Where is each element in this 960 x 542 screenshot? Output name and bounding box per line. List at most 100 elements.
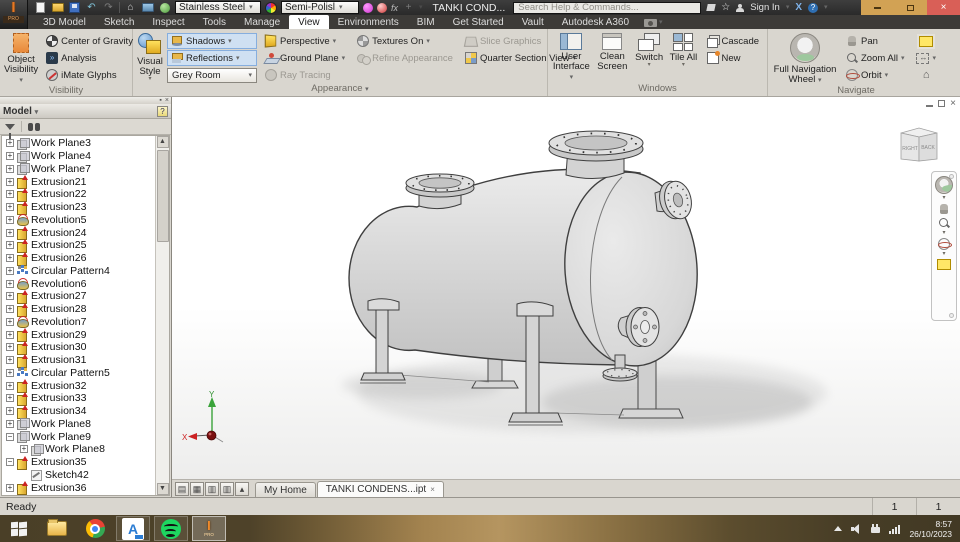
tree-expand-toggle[interactable] [6, 280, 14, 288]
sign-in-caret[interactable]: ▾ [786, 4, 790, 11]
browser-title[interactable]: Model ▾ [3, 106, 157, 117]
nav-wheel-icon[interactable] [935, 176, 953, 194]
tree-expand-toggle[interactable] [6, 356, 14, 364]
tree-scrollbar[interactable]: ▲ ▼ [155, 136, 169, 495]
doc-restore-icon[interactable] [938, 100, 945, 107]
browser-pin-icon[interactable]: ▪ [159, 98, 161, 104]
tree-item[interactable]: Circular Pattern5 [2, 367, 155, 380]
user-interface-button[interactable]: User Interface ▾ [552, 32, 591, 82]
tree-item[interactable]: Extrusion23 [2, 201, 155, 214]
taskbar-inventor[interactable]: IPRO [192, 516, 226, 541]
tree-expand-toggle[interactable] [6, 190, 14, 198]
network-signal-icon[interactable] [889, 524, 900, 534]
tree-item[interactable]: Extrusion30 [2, 341, 155, 354]
camera-caret[interactable]: ▾ [659, 19, 663, 26]
zoom-all-button[interactable]: Zoom All▾ [842, 50, 908, 66]
open-button[interactable] [51, 2, 64, 14]
orbit-button[interactable]: Orbit▾ [842, 67, 908, 83]
ribbon-tab[interactable]: Vault [513, 15, 553, 29]
tree-expand-toggle[interactable] [6, 216, 14, 224]
tree-item[interactable]: Extrusion25 [2, 239, 155, 252]
shadows-toggle[interactable]: Shadows▾ [167, 33, 257, 49]
tree-item[interactable]: Extrusion36 [2, 481, 155, 494]
ribbon-tab[interactable]: Sketch [95, 15, 144, 29]
filter-icon[interactable] [5, 124, 15, 130]
analysis-button[interactable]: » Analysis [42, 50, 137, 66]
tree-item[interactable]: Extrusion31 [2, 354, 155, 367]
clean-screen-button[interactable]: Clean Screen [595, 32, 630, 72]
tree-item[interactable]: Extrusion35 [2, 456, 155, 469]
material-select[interactable]: Stainless Steel▾ [175, 1, 261, 14]
adjust-appearance-icon[interactable] [363, 3, 373, 13]
tree-expand-toggle[interactable] [6, 382, 14, 390]
look-at-button[interactable] [915, 33, 937, 49]
tree-expand-toggle[interactable] [6, 152, 14, 160]
tree-expand-toggle[interactable] [6, 407, 14, 415]
appearance-wheel-icon[interactable] [265, 2, 277, 14]
tile-all-button[interactable]: Tile All ▾ [668, 32, 698, 68]
sign-in-button[interactable]: Sign In [750, 2, 780, 13]
taskbar-autocad[interactable]: A [116, 516, 150, 541]
tree-expand-toggle[interactable] [6, 420, 14, 428]
cascade-button[interactable]: Cascade [703, 33, 764, 49]
tree-item[interactable]: Work Plane8 [2, 443, 155, 456]
qat-customize-caret[interactable]: ▾ [419, 4, 423, 11]
scroll-up-icon[interactable]: ▲ [157, 136, 169, 148]
start-button[interactable] [0, 515, 38, 542]
ribbon-tab[interactable]: Manage [235, 15, 289, 29]
tree-expand-toggle[interactable] [6, 433, 14, 441]
tree-item[interactable]: Work Plane4 [2, 150, 155, 163]
nav-pan-icon[interactable] [938, 203, 950, 215]
update-button[interactable] [158, 2, 171, 14]
tree-item[interactable]: Circular Pattern4 [2, 265, 155, 278]
pan-button[interactable]: Pan [842, 33, 908, 49]
tab-my-home[interactable]: My Home [255, 482, 316, 497]
tree-item[interactable]: Revolution6 [2, 277, 155, 290]
restore-button[interactable] [894, 0, 927, 15]
save-button[interactable] [68, 2, 81, 14]
collapse-tabs-button[interactable]: ▴ [235, 482, 249, 496]
search-binoculars-icon[interactable] [28, 123, 40, 131]
tray-expand-icon[interactable] [834, 526, 842, 531]
perspective-button[interactable]: Perspective▾ [261, 33, 349, 49]
zoom-window-button[interactable]: ▾ [912, 50, 940, 66]
home-button[interactable]: ⌂ [124, 2, 137, 14]
search-flag-icon[interactable] [707, 4, 716, 11]
tree-expand-toggle[interactable] [6, 139, 14, 147]
scrollbar-thumb[interactable] [157, 150, 169, 242]
ground-plane-button[interactable]: Ground Plane▾ [261, 50, 349, 66]
appearance-select[interactable]: Semi-Polisl▾ [281, 1, 359, 14]
tree-expand-toggle[interactable] [6, 458, 14, 466]
taskbar-spotify[interactable] [154, 516, 188, 541]
doc-minimize-icon[interactable] [926, 105, 933, 107]
parameters-button[interactable]: fx [391, 3, 398, 13]
tree-expand-toggle[interactable] [6, 292, 14, 300]
close-button[interactable]: × [927, 0, 960, 15]
power-icon[interactable] [871, 524, 880, 534]
tree-item[interactable]: Work Plane7 [2, 163, 155, 176]
app-button[interactable]: I PRO [0, 0, 28, 29]
browser-help-button[interactable]: ? [157, 106, 168, 117]
tree-expand-toggle[interactable] [6, 484, 14, 492]
room-select[interactable]: Grey Room▾ [167, 68, 257, 83]
nav-zoom-caret[interactable]: ▾ [942, 231, 945, 236]
tab-close-icon[interactable]: × [430, 485, 435, 494]
tree-expand-toggle[interactable] [6, 254, 14, 262]
arrange-tile-button[interactable]: ▦ [190, 482, 204, 496]
volume-icon[interactable] [851, 524, 862, 534]
tree-expand-toggle[interactable] [6, 178, 14, 186]
help-caret[interactable]: ▾ [824, 4, 828, 11]
tree-item[interactable]: Extrusion21 [2, 175, 155, 188]
tree-expand-toggle[interactable] [6, 369, 14, 377]
home-view-button[interactable]: ⌂ [916, 67, 937, 83]
scroll-down-icon[interactable]: ▼ [157, 483, 169, 495]
ribbon-tab[interactable]: Tools [194, 15, 235, 29]
tree-expand-toggle[interactable] [6, 394, 14, 402]
search-input[interactable]: Search Help & Commands... [513, 2, 701, 14]
tab-active-document[interactable]: TANKI CONDENS...ipt × [317, 481, 444, 497]
tree-item[interactable]: Extrusion22 [2, 188, 155, 201]
arrange-horizontal-button[interactable]: ▥ [205, 482, 219, 496]
ribbon-tab[interactable]: Environments [329, 15, 408, 29]
new-file-button[interactable] [34, 2, 47, 14]
exchange-apps-icon[interactable]: X [795, 2, 802, 13]
